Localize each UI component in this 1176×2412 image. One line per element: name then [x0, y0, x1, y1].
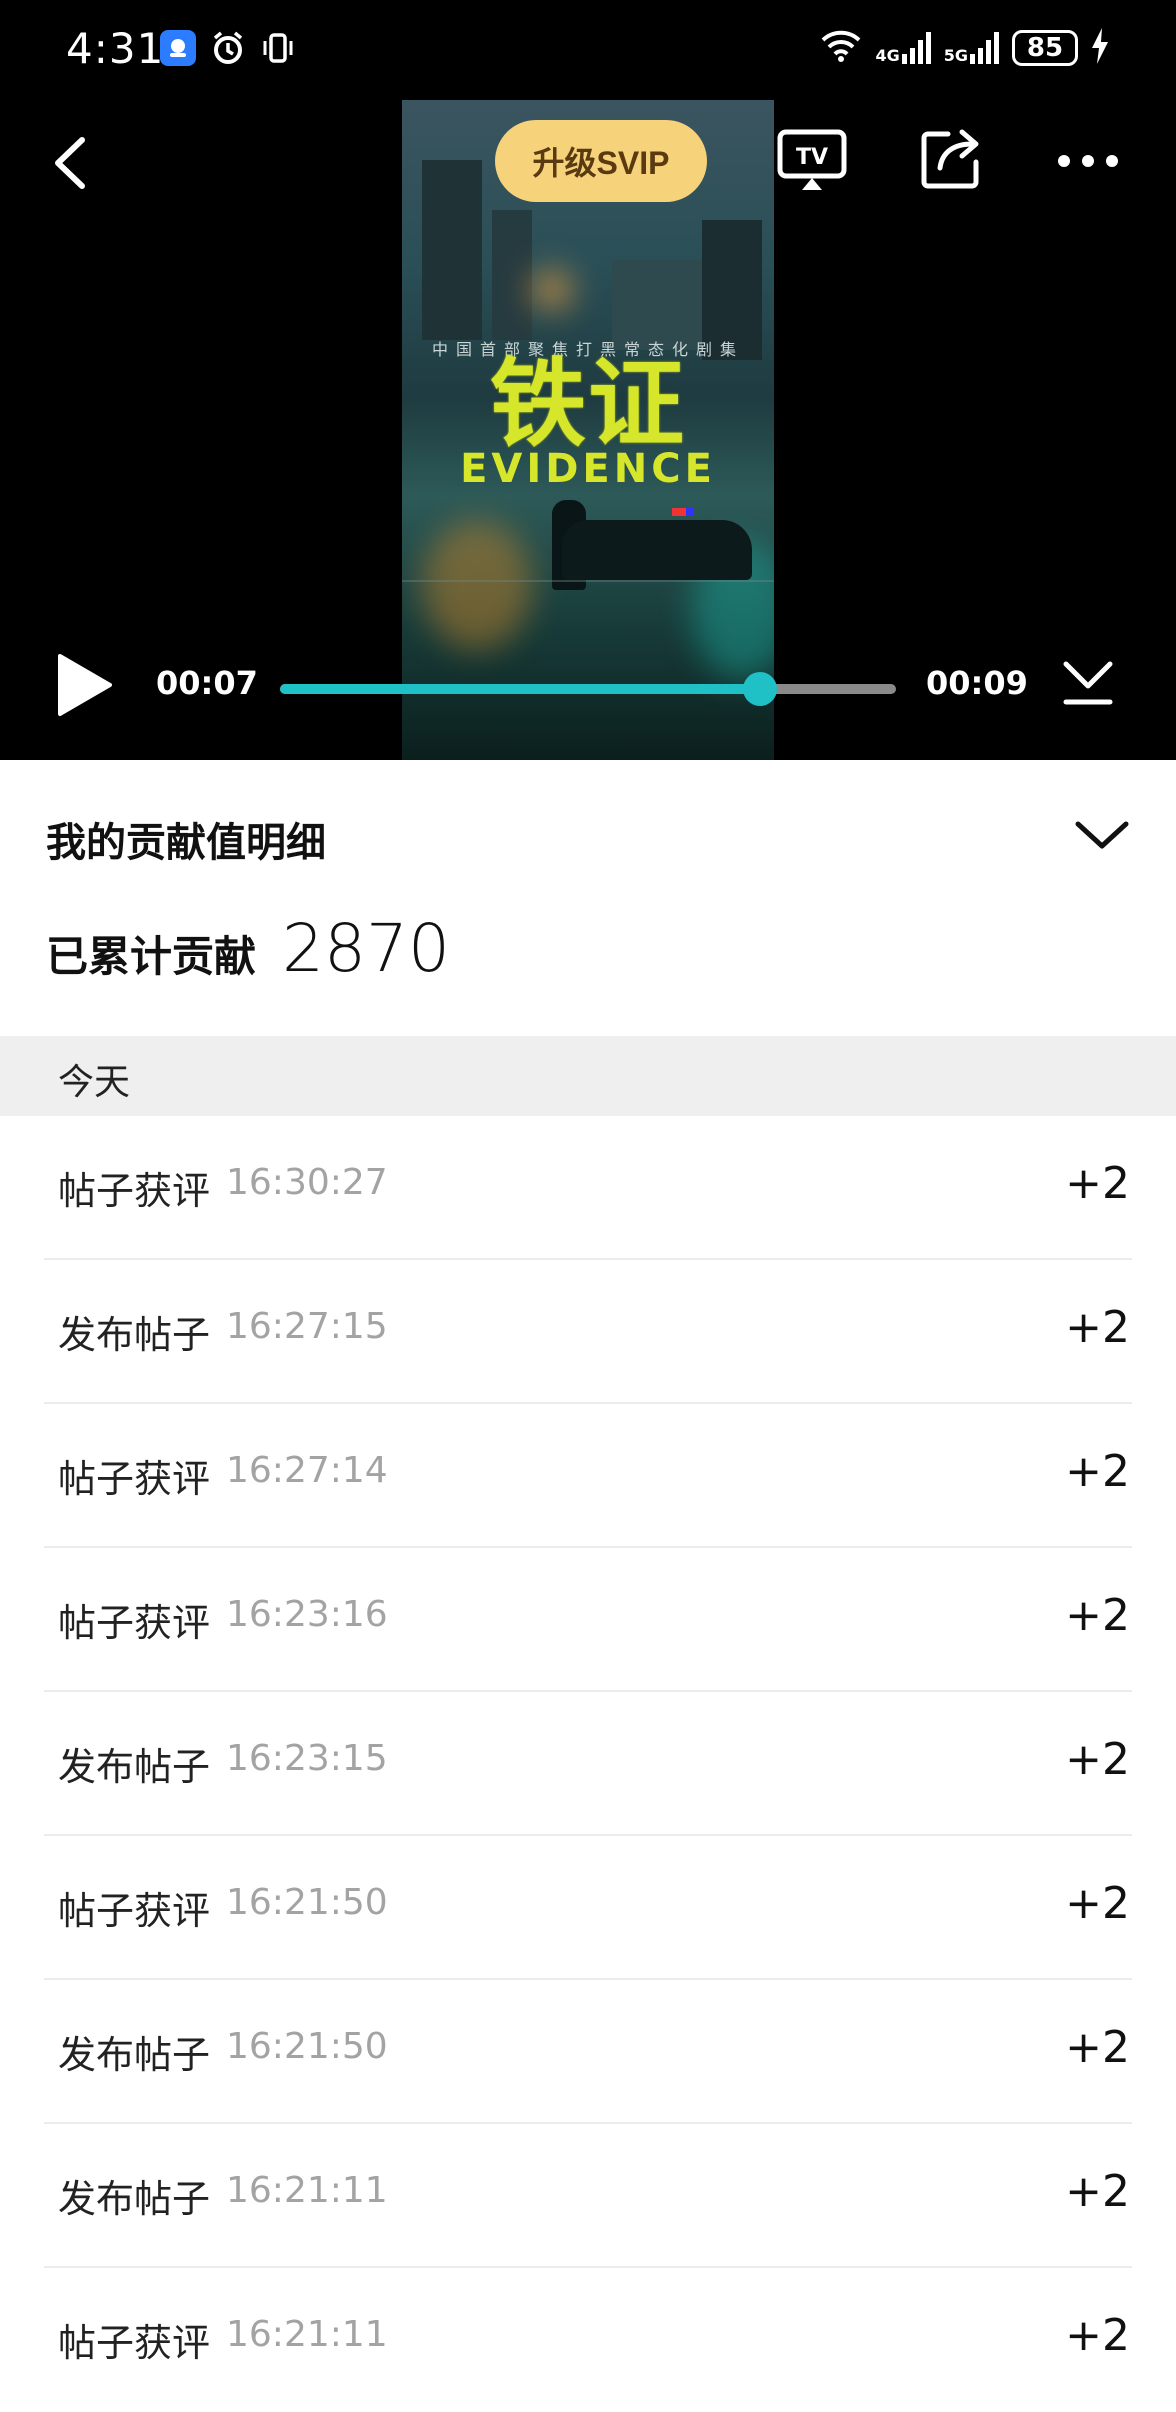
app-notification-icon [160, 30, 196, 66]
vibrate-icon [260, 30, 296, 66]
contribution-panel-header: 我的贡献值明细 已累计贡献 2870 [0, 760, 1176, 1032]
list-item-label: 发布帖子 [58, 2033, 211, 2077]
list-item-label: 帖子获评 [58, 2321, 211, 2365]
player-top-controls: 升级SVIP TV [0, 100, 1176, 230]
signal-4g-icon: 4G [875, 32, 931, 64]
list-item-time: 16:21:50 [226, 2026, 388, 2067]
list-item-label: 发布帖子 [58, 1745, 211, 1789]
tv-cast-button[interactable]: TV [776, 128, 848, 194]
total-contribution-label: 已累计贡献 [46, 932, 257, 981]
list-item-points: +2 [1065, 2166, 1130, 2217]
collapse-down-icon [1063, 661, 1113, 705]
tv-cast-label: TV [796, 145, 828, 170]
list-item: 帖子获评 16:21:11 +2 [0, 2268, 1176, 2412]
total-time: 00:09 [926, 664, 1028, 702]
list-item: 帖子获评 16:30:27 +2 [0, 1116, 1176, 1260]
list-item-points: +2 [1065, 1590, 1130, 1641]
play-button[interactable] [54, 652, 114, 718]
more-dots-icon [1058, 155, 1118, 167]
back-arrow-icon [55, 137, 85, 189]
wifi-icon [819, 28, 863, 68]
playback-controls: 00:07 00:09 [0, 640, 1176, 730]
list-item-label: 帖子获评 [58, 1889, 211, 1933]
panel-collapse-button[interactable] [1072, 814, 1132, 858]
list-item-label: 帖子获评 [58, 1457, 211, 1501]
list-item-points: +2 [1065, 1302, 1130, 1353]
list-item: 帖子获评 16:21:50 +2 [0, 1836, 1176, 1980]
status-bar: 4:31 4G 5G 85 [0, 0, 1176, 100]
progress-fill [280, 684, 761, 694]
section-header-today: 今天 [0, 1036, 1176, 1116]
status-time: 4:31 [66, 24, 165, 73]
list-item: 发布帖子 16:21:11 +2 [0, 2124, 1176, 2268]
battery-icon: 85 [1012, 30, 1078, 66]
list-item: 帖子获评 16:23:16 +2 [0, 1548, 1176, 1692]
list-item-points: +2 [1065, 2022, 1130, 2073]
list-item-points: +2 [1065, 1446, 1130, 1497]
progress-bar[interactable] [280, 672, 896, 706]
status-icons-right: 4G 5G 85 [819, 28, 1110, 68]
contribution-list: 帖子获评 16:30:27 +2 发布帖子 16:27:15 +2 帖子获评 16:27:14… [0, 1116, 1176, 2412]
list-item-label: 帖子获评 [58, 1169, 211, 1213]
list-item-time: 16:21:11 [226, 2170, 388, 2211]
total-contribution: 已累计贡献 2870 [46, 910, 450, 987]
section-label: 今天 [58, 1062, 131, 1103]
poster-subtitle: EVIDENCE [460, 446, 716, 492]
list-item: 帖子获评 16:27:14 +2 [0, 1404, 1176, 1548]
list-item-time: 16:23:16 [226, 1594, 388, 1635]
list-item-label: 发布帖子 [58, 1313, 211, 1357]
charging-icon [1090, 28, 1110, 68]
more-options-button[interactable] [1056, 138, 1120, 184]
chevron-down-icon [1075, 821, 1129, 849]
tv-cast-icon: TV [777, 129, 847, 190]
list-item-time: 16:27:14 [226, 1450, 388, 1491]
list-item-time: 16:27:15 [226, 1306, 388, 1347]
poster-car [562, 520, 752, 580]
list-item-points: +2 [1065, 2310, 1130, 2361]
list-item-label: 发布帖子 [58, 2177, 211, 2221]
share-button[interactable] [918, 126, 984, 192]
list-item-time: 16:21:50 [226, 1882, 388, 1923]
list-item-time: 16:21:11 [226, 2314, 388, 2355]
network-label-4g: 4G [875, 46, 900, 65]
list-item: 发布帖子 16:27:15 +2 [0, 1260, 1176, 1404]
back-button[interactable] [44, 128, 104, 198]
list-item: 发布帖子 16:23:15 +2 [0, 1692, 1176, 1836]
collapse-player-button[interactable] [1060, 658, 1116, 710]
list-item-points: +2 [1065, 1158, 1130, 1209]
panel-title: 我的贡献值明细 [46, 820, 326, 866]
list-item: 发布帖子 16:21:50 +2 [0, 1980, 1176, 2124]
list-item-label: 帖子获评 [58, 1601, 211, 1645]
list-item-points: +2 [1065, 1734, 1130, 1785]
status-icons-left [160, 30, 296, 66]
share-icon [921, 129, 979, 189]
list-item-time: 16:30:27 [226, 1162, 388, 1203]
progress-thumb[interactable] [743, 672, 778, 706]
upgrade-svip-button[interactable]: 升级SVIP [495, 120, 707, 202]
signal-5g-icon: 5G [944, 32, 1000, 64]
poster-road [402, 580, 774, 582]
network-label-5g: 5G [943, 46, 968, 65]
video-player[interactable]: 中国首部聚焦打黑常态化剧集 铁证 EVIDENCE 4:31 4G 5G 85 … [0, 0, 1176, 760]
list-item-time: 16:23:15 [226, 1738, 388, 1779]
total-contribution-value: 2870 [282, 910, 450, 987]
alarm-icon [210, 30, 246, 66]
current-time: 00:07 [156, 664, 258, 702]
poster-title: 铁证 [490, 348, 686, 460]
poster-siren [672, 508, 686, 516]
list-item-points: +2 [1065, 1878, 1130, 1929]
play-icon [58, 654, 112, 716]
